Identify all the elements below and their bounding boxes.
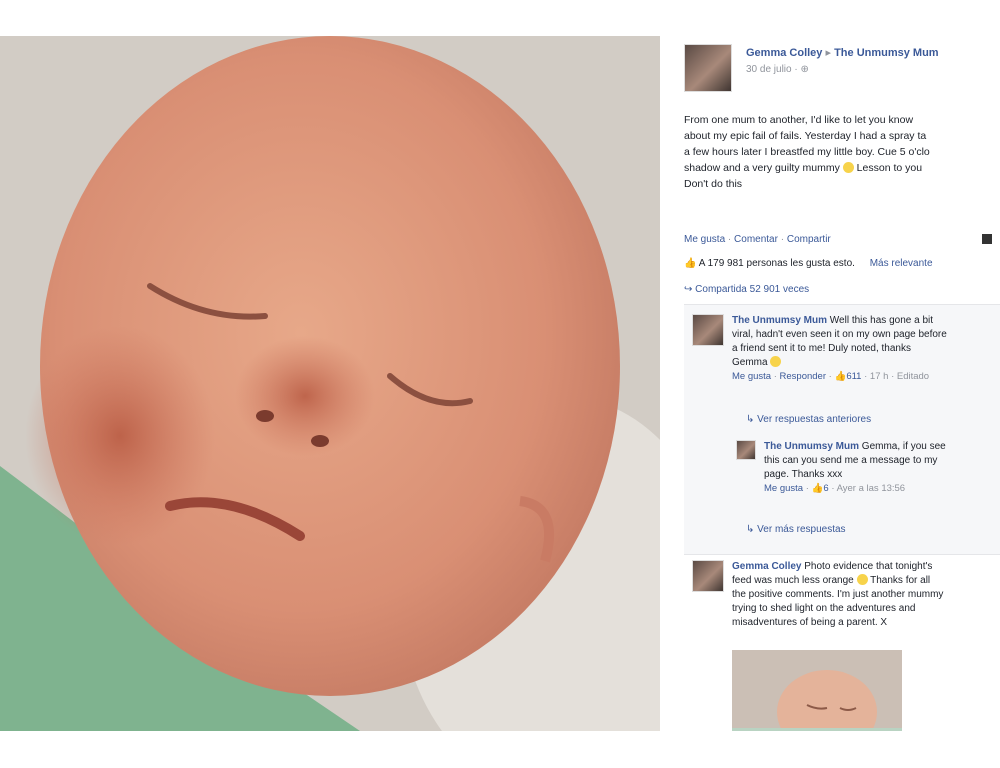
likes-count-text[interactable]: A 179 981 personas les gusta esto. <box>699 258 855 269</box>
share-arrow-icon: ↪ <box>684 284 693 295</box>
comment-like-count[interactable]: 611 <box>846 371 861 382</box>
comment-text: a friend sent it to me! Duly noted, than… <box>732 343 911 354</box>
reply-arrow-icon: ↳ <box>746 524 755 535</box>
commenter-avatar[interactable] <box>692 560 724 592</box>
reply-arrow-icon: ↳ <box>746 414 755 425</box>
post-header: Gemma Colley ▸ The Unmumsy Mum 30 de jul… <box>684 44 994 94</box>
smile-emoji-icon <box>856 574 868 585</box>
laughing-emoji-icon <box>770 356 782 367</box>
commenter-avatar[interactable] <box>692 314 724 346</box>
comment-like-link[interactable]: Me gusta <box>732 371 771 382</box>
comment-text: feed was much less orange <box>732 575 854 586</box>
comment-text: page. Thanks xxx <box>764 469 843 480</box>
more-replies-label: Ver más respuestas <box>757 524 846 535</box>
comment-text: viral, hadn't even seen it on my own pag… <box>732 329 947 340</box>
comment-time[interactable]: 17 h <box>870 371 889 382</box>
reply-comment: The Unmumsy Mum Gemma, if you see this c… <box>764 440 999 496</box>
share-stats: ↪ Compartida 52 901 veces <box>684 284 1000 295</box>
more-replies-link[interactable]: ↳ Ver más respuestas <box>746 524 846 535</box>
comment-link[interactable]: Comentar <box>734 234 778 245</box>
comment-text: Well this has gone a bit <box>829 315 934 326</box>
comment-text: this can you send me a message to my <box>764 455 938 466</box>
comment-time[interactable]: Ayer a las 13:56 <box>837 483 905 494</box>
post-line: Don't do this <box>684 178 743 190</box>
thumbs-up-icon: 👍 <box>834 371 847 382</box>
privacy-globe-icon: ⊕ <box>800 64 809 75</box>
post-line: a few hours later I breastfed my little … <box>684 146 930 158</box>
comment-text: Gemma, if you see <box>861 441 946 452</box>
separator-dot: · <box>780 234 785 245</box>
comment: The Unmumsy Mum Well this has gone a bit… <box>732 314 1000 384</box>
comment-like-count[interactable]: 6 <box>823 483 828 494</box>
post-date[interactable]: 30 de julio · <box>746 64 798 75</box>
embarrassed-emoji-icon <box>842 162 854 173</box>
author-avatar[interactable] <box>684 44 732 92</box>
comment: Gemma Colley Photo evidence that tonight… <box>732 560 1000 630</box>
post-page-link[interactable]: The Unmumsy Mum <box>834 47 939 59</box>
like-link[interactable]: Me gusta <box>684 234 725 245</box>
share-link[interactable]: Compartir <box>787 234 831 245</box>
like-stats: 👍 A 179 981 personas les gusta esto. Más… <box>684 258 1000 269</box>
comment-author-link[interactable]: The Unmumsy Mum <box>764 441 859 452</box>
comment-author-link[interactable]: The Unmumsy Mum <box>732 315 827 326</box>
thumbs-up-icon: 👍 <box>684 258 697 269</box>
reply-avatar[interactable] <box>736 440 756 460</box>
comment-text: Gemma <box>732 357 768 368</box>
comment-author-link[interactable]: Gemma Colley <box>732 561 801 572</box>
comment-reply-link[interactable]: Responder <box>780 371 826 382</box>
comment-text: misadventures of being a parent. X <box>732 617 888 628</box>
post-line: about my epic fail of fails. Yesterday I… <box>684 130 927 142</box>
comment-photo[interactable] <box>732 650 902 731</box>
baby-photo <box>0 36 660 731</box>
comment-text: trying to shed light on the adventures a… <box>732 603 916 614</box>
post-line: From one mum to another, I'd like to let… <box>684 114 914 126</box>
facebook-post-panel: Gemma Colley ▸ The Unmumsy Mum 30 de jul… <box>668 36 1000 731</box>
previous-replies-label: Ver respuestas anteriores <box>757 414 872 425</box>
breadcrumb-arrow-icon: ▸ <box>825 47 832 59</box>
thumbs-up-icon: 👍 <box>811 483 824 494</box>
post-body: From one mum to another, I'd like to let… <box>684 112 1000 192</box>
post-line: Lesson to you <box>856 162 923 174</box>
comment-text: the positive comments. I'm just another … <box>732 589 944 600</box>
save-bookmark-icon[interactable] <box>982 234 992 244</box>
divider <box>684 554 1000 555</box>
separator-dot: · <box>727 234 732 245</box>
post-actions: Me gusta · Comentar · Compartir <box>684 234 994 245</box>
divider <box>684 304 1000 305</box>
sort-relevance-link[interactable]: Más relevante <box>870 258 933 269</box>
shares-count-link[interactable]: Compartida 52 901 veces <box>695 284 809 295</box>
comment-text: Thanks for all <box>870 575 931 586</box>
baby-photo-illustration <box>0 36 660 731</box>
post-author-link[interactable]: Gemma Colley <box>746 47 822 59</box>
post-line: shadow and a very guilty mummy <box>684 162 840 174</box>
comment-edited[interactable]: Editado <box>897 371 929 382</box>
previous-replies-link[interactable]: ↳ Ver respuestas anteriores <box>746 414 871 425</box>
comment-photo-illustration <box>732 650 902 731</box>
comment-like-link[interactable]: Me gusta <box>764 483 803 494</box>
comment-text: Photo evidence that tonight's <box>804 561 933 572</box>
